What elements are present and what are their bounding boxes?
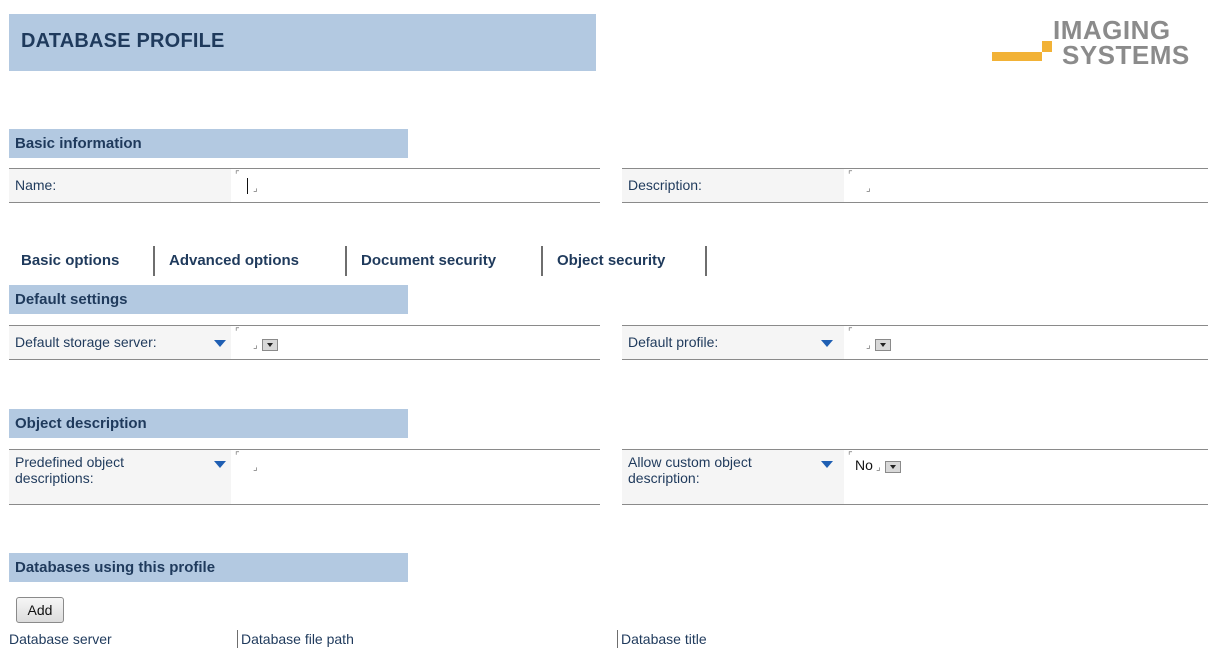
field-bracket-icon: ⌟ [253,462,258,473]
select-button-icon[interactable] [875,339,891,351]
logo-accent-bar [992,52,1042,61]
select-button-icon[interactable] [885,461,901,473]
field-bracket-icon: ⌜ [848,170,853,181]
predefined-descriptions-row: Predefined object descriptions: ⌜ ⌟ [9,449,600,505]
add-database-button[interactable]: Add [16,597,64,623]
section-databases: Databases using this profile [9,553,408,582]
column-header-database-title[interactable]: Database title [621,631,707,647]
description-field-row: Description: ⌜ ⌟ [622,168,1208,203]
tab-advanced-options[interactable]: Advanced options [161,246,347,276]
section-default-settings: Default settings [9,285,408,314]
logo-accent-notch [1042,41,1052,52]
logo-text-line2: SYSTEMS [1062,40,1190,70]
custom-description-value[interactable]: No [855,457,873,473]
field-bracket-icon: ⌟ [866,183,871,194]
predefined-descriptions-label: Predefined object descriptions: [9,450,231,504]
dropdown-arrow-icon[interactable] [821,340,833,347]
page-title: DATABASE PROFILE [21,30,225,52]
field-bracket-icon: ⌜ [235,170,240,181]
custom-description-row: Allow custom object description: ⌜ No ⌟ [622,449,1208,505]
field-bracket-icon: ⌜ [848,327,853,338]
section-basic-information: Basic information [9,129,408,158]
text-caret [247,178,248,194]
storage-server-label: Default storage server: [9,326,231,359]
field-bracket-icon: ⌜ [848,451,853,462]
tab-object-security[interactable]: Object security [549,246,707,276]
section-title: Object description [15,415,147,432]
dropdown-arrow-icon[interactable] [821,461,833,468]
column-separator[interactable] [617,630,618,648]
name-field-row: Name: ⌜ ⌟ [9,168,600,203]
default-profile-label: Default profile: [622,326,844,359]
description-input[interactable] [858,175,1198,197]
field-bracket-icon: ⌜ [235,327,240,338]
field-bracket-icon: ⌟ [866,340,871,351]
field-bracket-icon: ⌜ [235,451,240,462]
default-profile-row: Default profile: ⌜ ⌟ [622,325,1208,360]
dropdown-arrow-icon[interactable] [214,340,226,347]
column-separator[interactable] [237,630,238,648]
section-object-description: Object description [9,409,408,438]
section-title: Basic information [15,135,142,152]
storage-server-row: Default storage server: ⌜ ⌟ [9,325,600,360]
field-bracket-icon: ⌟ [876,462,881,473]
select-button-icon[interactable] [262,339,278,351]
section-title: Databases using this profile [15,559,216,576]
tab-document-security[interactable]: Document security [353,246,543,276]
custom-description-label: Allow custom object description: [622,450,844,504]
field-bracket-icon: ⌟ [253,340,258,351]
column-header-database-file-path[interactable]: Database file path [241,631,354,647]
section-title: Default settings [15,291,128,308]
dropdown-arrow-icon[interactable] [214,461,226,468]
tab-basic-options[interactable]: Basic options [13,246,155,276]
description-label: Description: [622,169,844,202]
field-bracket-icon: ⌟ [253,183,258,194]
name-input[interactable] [245,175,595,197]
name-label: Name: [9,169,231,202]
column-header-database-server[interactable]: Database server [9,631,112,647]
